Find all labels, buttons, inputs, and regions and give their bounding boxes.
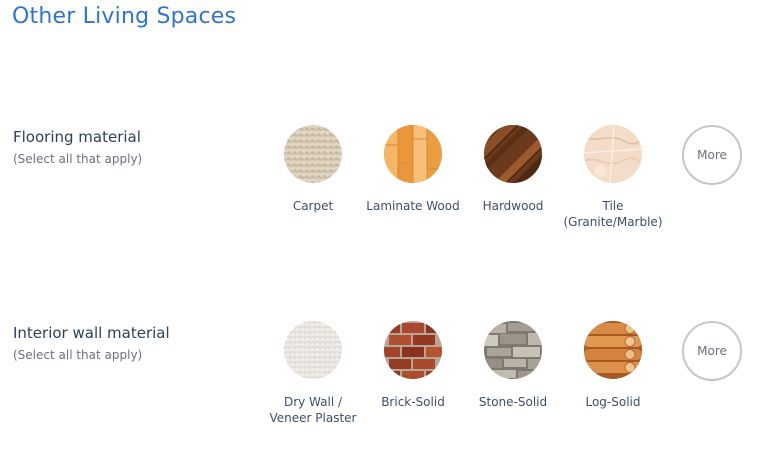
flooring-more-button[interactable]: More	[682, 125, 742, 185]
flooring-section-label: Flooring material (Select all that apply…	[13, 128, 142, 166]
flooring-option-label: Tile (Granite/Marble)	[563, 199, 663, 229]
page-title: Other Living Spaces	[12, 4, 237, 29]
carpet-texture-icon	[284, 125, 342, 183]
brick-texture-icon	[384, 321, 442, 379]
wall-option-log[interactable]: Log-Solid	[553, 321, 673, 410]
log-texture-icon	[584, 321, 642, 379]
interior-wall-section-label: Interior wall material (Select all that …	[13, 324, 170, 362]
wall-option-label: Log-Solid	[585, 395, 641, 409]
drywall-texture-icon	[284, 321, 342, 379]
flooring-hint: (Select all that apply)	[13, 152, 143, 166]
hardwood-texture-icon	[484, 125, 542, 183]
laminate-wood-texture-icon	[384, 125, 442, 183]
flooring-option-tile[interactable]: Tile (Granite/Marble)	[553, 125, 673, 230]
tile-marble-texture-icon	[584, 125, 642, 183]
stone-texture-icon	[484, 321, 542, 379]
interior-wall-more-button[interactable]: More	[682, 321, 742, 381]
flooring-title: Flooring material	[13, 128, 141, 146]
interior-wall-title: Interior wall material	[13, 324, 170, 342]
interior-wall-hint: (Select all that apply)	[13, 348, 143, 362]
